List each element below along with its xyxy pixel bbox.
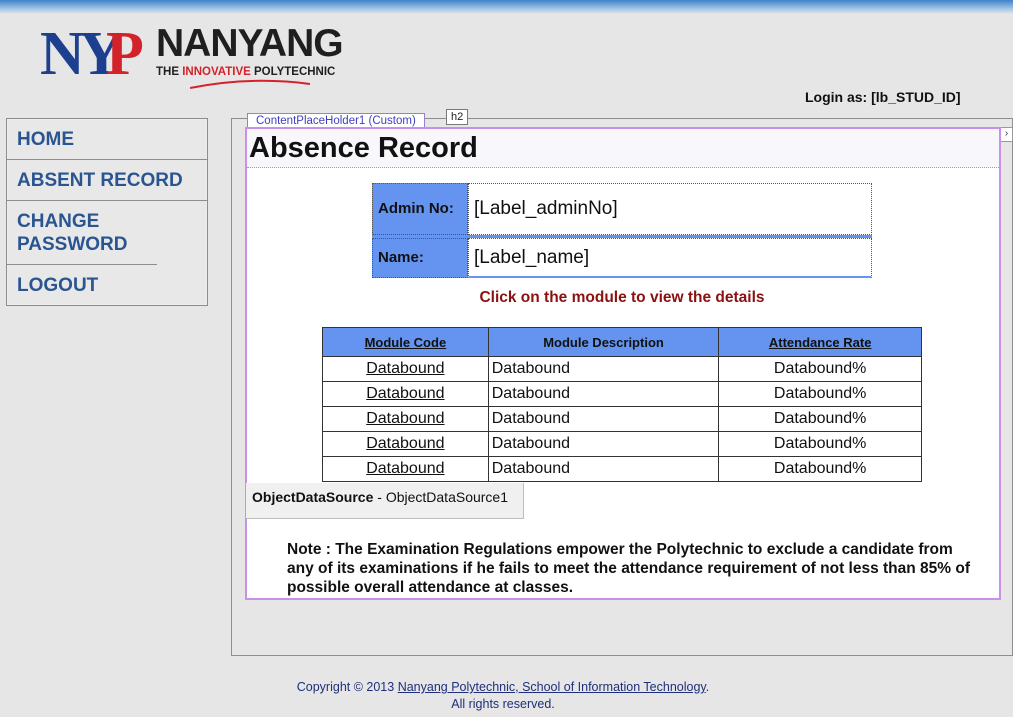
rights-line: All rights reserved. [451,697,555,711]
table-row: Databound Databound Databound% [322,456,922,482]
module-code-link[interactable]: Databound [322,456,489,482]
school-link[interactable]: Nanyang Polytechnic, School of Informati… [398,680,706,694]
logo-tagline: THE INNOVATIVE POLYTECHNIC [156,66,336,78]
table-row: Databound Databound Databound% [322,406,922,432]
attendance-rate-cell: Databound% [718,431,922,457]
module-code-link[interactable]: Databound [322,356,489,382]
name-value: [Label_name] [468,238,872,278]
table-row: Databound Databound Databound% [322,431,922,457]
table-row: Databound Databound Databound% [322,381,922,407]
header-module-description: Module Description [487,327,720,357]
module-description-cell: Databound [487,406,720,432]
module-code-link[interactable]: Databound [322,431,489,457]
module-description-cell: Databound [487,356,720,382]
sidebar-menu: HOME ABSENT RECORD CHANGE PASSWORD LOGOU… [6,118,208,306]
module-code-link[interactable]: Databound [322,381,489,407]
header-attendance-rate[interactable]: Attendance Rate [718,327,922,357]
copyright-line: Copyright © 2013 Nanyang Polytechnic, Sc… [296,680,710,694]
scroll-right-icon[interactable]: › [1000,127,1013,142]
module-description-cell: Databound [487,431,720,457]
page-title: Absence Record [249,132,478,164]
menu-item-absent-record[interactable]: ABSENT RECORD [7,160,207,201]
top-gradient-bar [0,0,1013,14]
attendance-rate-cell: Databound% [718,456,922,482]
admin-no-label: Admin No: [372,183,468,235]
module-code-link[interactable]: Databound [322,406,489,432]
module-description-cell: Databound [487,381,720,407]
attendance-rate-cell: Databound% [718,406,922,432]
attendance-note: Note : The Examination Regulations empow… [287,541,971,596]
menu-item-home[interactable]: HOME [7,119,207,160]
module-hint: Click on the module to view the details [479,289,765,306]
h2-tag-label[interactable]: h2 [446,109,469,125]
menu-item-change-password[interactable]: CHANGE PASSWORD [7,201,157,265]
footer: Copyright © 2013 Nanyang Polytechnic, Sc… [0,679,1006,713]
header-module-code[interactable]: Module Code [322,327,489,357]
module-grid: Module Code Module Description Attendanc… [322,327,922,482]
object-data-source-control[interactable]: ObjectDataSource - ObjectDataSource1 [246,483,524,519]
menu-item-logout[interactable]: LOGOUT [7,265,207,305]
attendance-rate-cell: Databound% [718,356,922,382]
module-description-cell: Databound [487,456,720,482]
attendance-rate-cell: Databound% [718,381,922,407]
student-info-table: Admin No: [Label_adminNo] Name: [Label_n… [372,183,872,278]
nyp-logo-mark: NY P [40,22,144,82]
logo-wordmark: NANYANG [156,22,344,65]
svg-text:P: P [106,22,144,82]
heading-container: Absence Record [247,129,999,168]
logo-swoosh-icon [190,79,310,89]
nyp-logo: NY P NANYANG THE INNOVATIVE POLYTECHNIC [40,22,344,92]
table-row: Databound Databound Databound% [322,356,922,382]
login-status: Login as: [lb_STUD_ID] [805,89,961,105]
admin-no-value: [Label_adminNo] [468,183,872,235]
name-label: Name: [372,238,468,278]
